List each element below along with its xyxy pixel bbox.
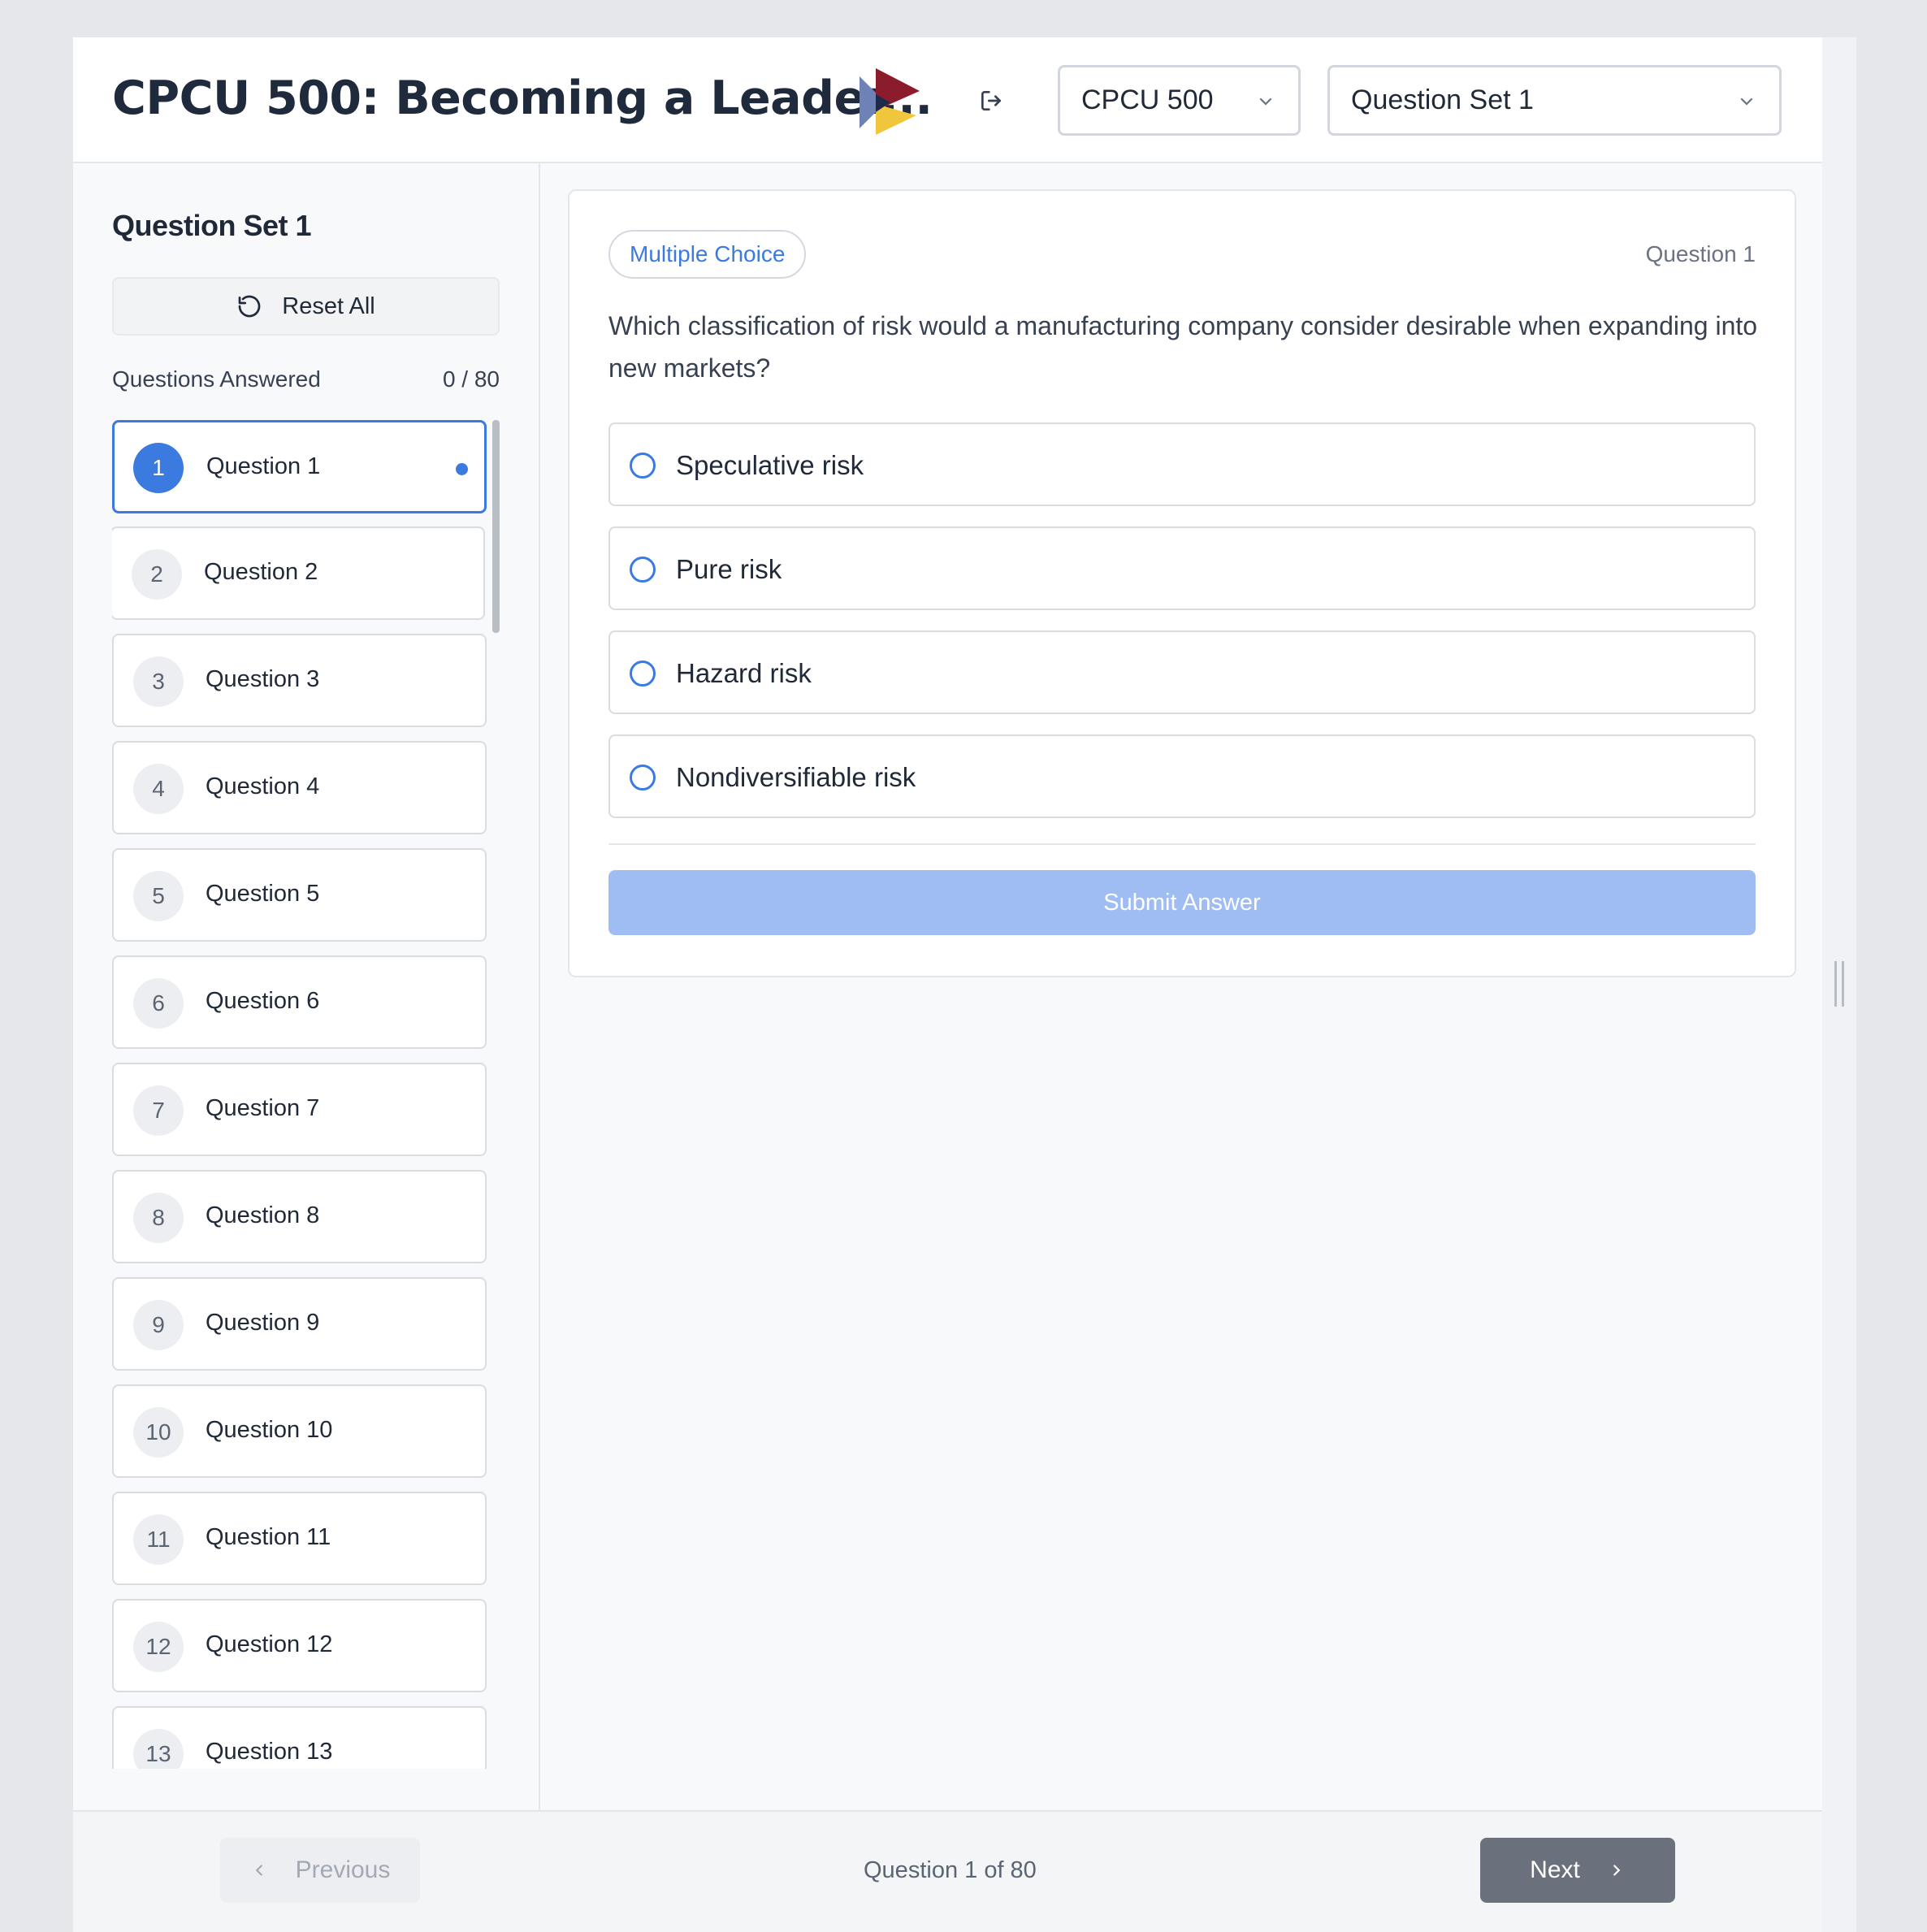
question-text: Which classification of risk would a man… — [608, 311, 1758, 383]
question-number: 1 — [133, 443, 184, 493]
sidebar-scrollbar[interactable] — [492, 420, 500, 633]
question-item-13[interactable]: 13 Question 13 — [112, 1706, 487, 1769]
answer-label: Hazard risk — [676, 658, 812, 688]
next-button[interactable]: Next — [1480, 1838, 1675, 1903]
chevron-left-icon — [255, 1865, 262, 1876]
sidebar: Question Set 1 Reset All Questions Answe… — [73, 163, 540, 1810]
question-number: 11 — [133, 1514, 184, 1565]
chevron-down-icon — [1740, 97, 1753, 106]
question-item-1[interactable]: 1 Question 1 — [112, 420, 487, 513]
question-item-5[interactable]: 5 Question 5 — [112, 848, 487, 942]
question-item-7[interactable]: 7 Question 7 — [112, 1063, 487, 1156]
answer-label: Pure risk — [676, 554, 782, 584]
question-item-11[interactable]: 11 Question 11 — [112, 1492, 487, 1585]
question-number: 10 — [133, 1407, 184, 1458]
sidebar-title: Question Set 1 — [112, 209, 312, 242]
question-label: Question 13 — [206, 1739, 333, 1765]
question-number: 6 — [133, 978, 184, 1029]
page-status-text: Question 1 of 80 — [864, 1857, 1037, 1883]
answer-option-1[interactable]: Speculative risk — [608, 422, 1756, 506]
resize-handle[interactable] — [1834, 961, 1844, 1007]
question-item-3[interactable]: 3 Question 3 — [112, 634, 487, 727]
question-item-8[interactable]: 8 Question 8 — [112, 1170, 487, 1263]
radio-button[interactable] — [630, 661, 656, 687]
logo — [860, 68, 920, 135]
question-label: Question 10 — [206, 1417, 333, 1443]
logout-button[interactable] — [973, 83, 1009, 119]
question-number: 8 — [133, 1193, 184, 1243]
answer-label: Nondiversifiable risk — [676, 762, 916, 792]
chevron-right-icon — [1613, 1865, 1621, 1876]
question-label: Question 6 — [206, 988, 320, 1014]
question-card: Multiple Choice Question 1 Which classif… — [568, 189, 1796, 977]
radio-button[interactable] — [630, 453, 656, 479]
question-item-2[interactable]: 2 Question 2 — [112, 526, 485, 620]
question-label: Question 12 — [206, 1631, 333, 1657]
question-item-12[interactable]: 12 Question 12 — [112, 1599, 487, 1692]
radio-button[interactable] — [630, 765, 656, 791]
question-label: Question 2 — [204, 559, 318, 585]
question-list: 1 Question 1 2 Question 2 3 Question 3 4… — [112, 420, 518, 1769]
reset-all-button[interactable]: Reset All — [112, 277, 500, 336]
radio-button[interactable] — [630, 557, 656, 583]
divider — [608, 843, 1756, 845]
question-number: 9 — [133, 1300, 184, 1350]
reset-icon — [238, 295, 261, 318]
submit-answer-button[interactable]: Submit Answer — [608, 870, 1756, 935]
question-number: 3 — [133, 656, 184, 707]
answer-option-3[interactable]: Hazard risk — [608, 630, 1756, 714]
answer-option-4[interactable]: Nondiversifiable risk — [608, 734, 1756, 818]
question-label: Question 8 — [206, 1202, 320, 1228]
answer-label: Speculative risk — [676, 450, 864, 480]
question-number: 4 — [133, 764, 184, 814]
question-set-select-value: Question Set 1 — [1351, 84, 1534, 115]
next-label: Next — [1530, 1856, 1580, 1883]
chevron-down-icon — [1259, 97, 1272, 106]
question-index: Question 1 — [1645, 241, 1756, 266]
question-number: 13 — [133, 1729, 184, 1769]
answered-label: Questions Answered — [112, 366, 321, 392]
page-title: CPCU 500: Becoming a Leader... — [112, 71, 933, 125]
answered-count: 0 / 80 — [442, 366, 500, 392]
question-number: 12 — [133, 1622, 184, 1672]
question-label: Question 3 — [206, 666, 320, 692]
app-window: CPCU 500: Becoming a Leader... CPCU 500 … — [73, 37, 1822, 1932]
question-type-badge: Multiple Choice — [608, 230, 807, 279]
reset-all-label: Reset All — [282, 292, 375, 319]
question-number: 5 — [133, 871, 184, 921]
answer-option-2[interactable]: Pure risk — [608, 526, 1756, 610]
question-label: Question 11 — [206, 1524, 331, 1550]
previous-label: Previous — [295, 1856, 391, 1883]
footer-nav: Previous Question 1 of 80 Next — [73, 1810, 1822, 1932]
question-item-10[interactable]: 10 Question 10 — [112, 1384, 487, 1478]
course-select[interactable]: CPCU 500 — [1058, 65, 1301, 136]
header: CPCU 500: Becoming a Leader... CPCU 500 … — [73, 37, 1822, 163]
logout-icon — [981, 91, 1001, 110]
question-number: 7 — [133, 1085, 184, 1136]
question-label: Question 4 — [206, 773, 320, 799]
current-indicator — [456, 463, 468, 475]
previous-button[interactable]: Previous — [220, 1838, 420, 1903]
question-item-4[interactable]: 4 Question 4 — [112, 741, 487, 834]
question-label: Question 9 — [206, 1310, 320, 1336]
question-label: Question 1 — [206, 453, 321, 479]
question-item-9[interactable]: 9 Question 9 — [112, 1277, 487, 1371]
question-item-6[interactable]: 6 Question 6 — [112, 955, 487, 1049]
question-set-select[interactable]: Question Set 1 — [1327, 65, 1782, 136]
question-label: Question 5 — [206, 881, 320, 907]
question-number: 2 — [132, 549, 182, 600]
course-select-value: CPCU 500 — [1081, 84, 1214, 115]
question-label: Question 7 — [206, 1095, 320, 1121]
